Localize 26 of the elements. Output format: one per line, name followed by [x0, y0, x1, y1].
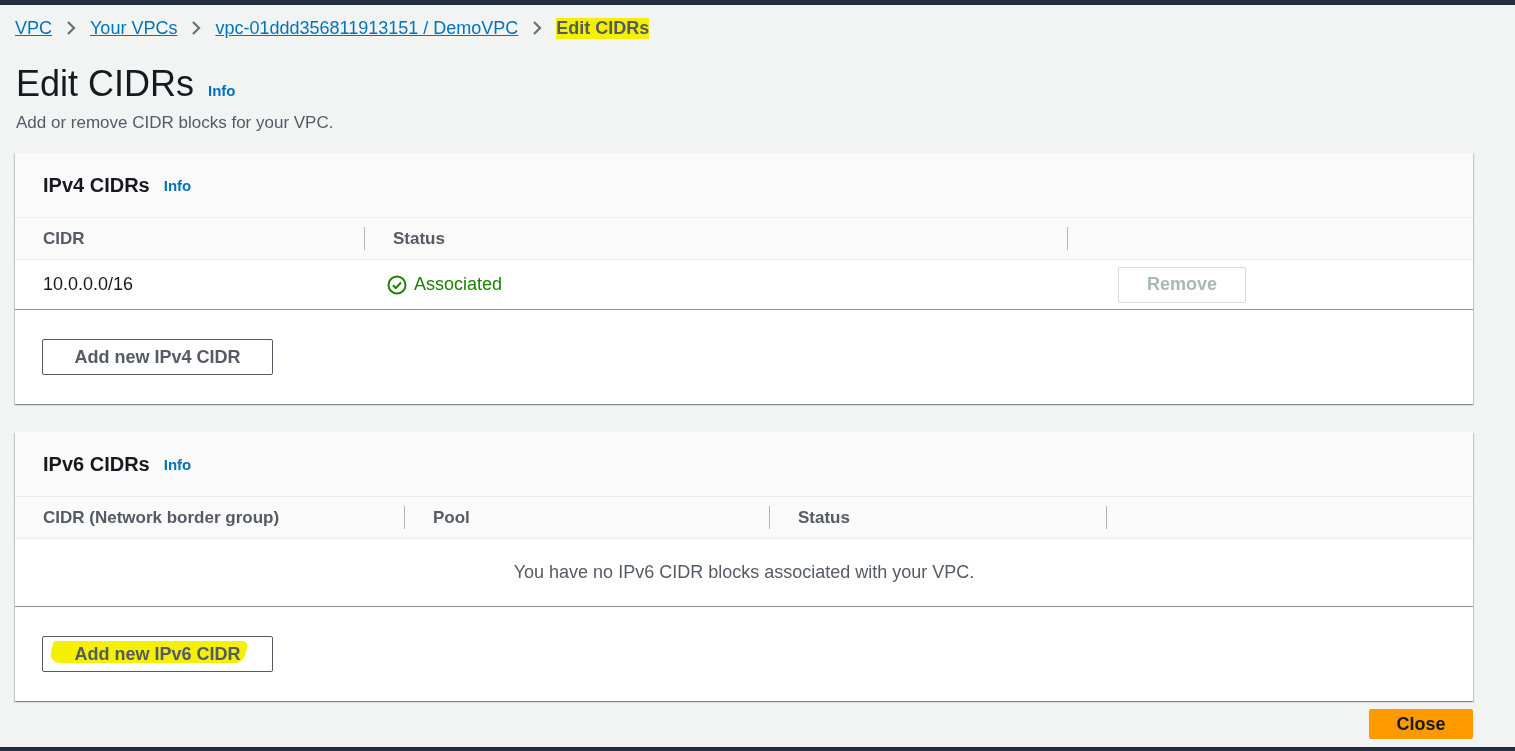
column-header: Status — [393, 228, 445, 249]
panel-title: IPv4 CIDRs — [43, 173, 150, 197]
panel-title: IPv6 CIDRs — [43, 452, 150, 476]
table-cell: 10.0.0.0/16 — [43, 274, 134, 295]
add-cidr-button[interactable]: Add new IPv6 CIDR — [42, 636, 273, 672]
page-description: Add or remove CIDR blocks for your VPC. — [16, 113, 335, 133]
breadcrumb-link[interactable]: VPC — [15, 17, 52, 39]
empty-message: You have no IPv6 CIDR blocks associated with your VPC. — [513, 562, 975, 583]
status-text: Associated — [414, 274, 503, 295]
info-link[interactable]: Info — [163, 455, 192, 473]
breadcrumb-current: Edit CIDRs — [556, 17, 650, 39]
chevron-right-icon — [66, 20, 76, 36]
close-button[interactable]: Close — [1369, 709, 1473, 739]
column-header: Status — [798, 507, 850, 528]
breadcrumb-link[interactable]: vpc-01ddd356811913151 / DemoVPC — [215, 17, 519, 39]
column-header: Pool — [433, 507, 470, 528]
info-link[interactable]: Info — [208, 82, 236, 99]
chevron-right-icon — [532, 20, 543, 36]
column-header: CIDR (Network border group) — [43, 507, 280, 528]
chevron-right-icon — [191, 20, 202, 36]
page-title: Edit CIDRs — [16, 63, 195, 105]
breadcrumb-link[interactable]: Your VPCs — [90, 17, 178, 39]
check-circle-icon — [387, 274, 407, 295]
add-cidr-button[interactable]: Add new IPv4 CIDR — [42, 339, 273, 375]
info-link[interactable]: Info — [163, 176, 192, 194]
column-header: CIDR — [43, 228, 85, 249]
